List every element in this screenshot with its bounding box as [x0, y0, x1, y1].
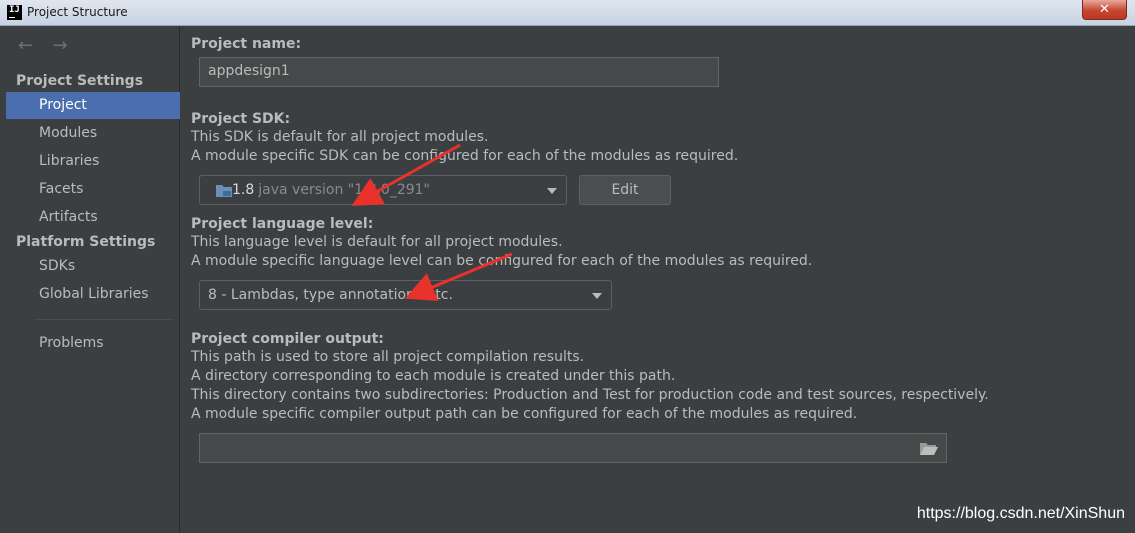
- sidebar-item-libraries[interactable]: Libraries: [6, 148, 180, 175]
- nav-arrows: ← →: [18, 36, 82, 56]
- language-desc-line-2: A module specific language level can be …: [191, 253, 813, 269]
- sidebar-item-sdks[interactable]: SDKs: [6, 253, 180, 280]
- browse-folder-icon[interactable]: [920, 442, 938, 455]
- sdk-dropdown[interactable]: 1.8 java version "1.8.0_291": [199, 175, 567, 205]
- compiler-desc-line-1: This path is used to store all project c…: [191, 349, 585, 365]
- sidebar: ← → Project Settings Project Modules Lib…: [0, 26, 180, 533]
- watermark: https://blog.csdn.net/XinShun: [916, 505, 1125, 522]
- edit-sdk-button[interactable]: Edit: [579, 175, 671, 205]
- compiler-desc-line-4: A module specific compiler output path c…: [191, 406, 858, 422]
- app-icon: IJ: [7, 5, 22, 20]
- language-level-value: 8 - Lambdas, type annotations etc.: [208, 287, 453, 303]
- sidebar-item-problems[interactable]: Problems: [6, 330, 180, 357]
- back-arrow-icon[interactable]: ←: [18, 36, 48, 56]
- language-level-label: Project language level:: [191, 216, 374, 232]
- title-bar: IJ Project Structure ✕: [0, 0, 1135, 26]
- sdk-version: 1.8: [232, 182, 255, 198]
- close-icon: ✕: [1099, 2, 1110, 17]
- platform-settings-header: Platform Settings: [16, 234, 156, 250]
- sidebar-item-facets[interactable]: Facets: [6, 176, 180, 203]
- forward-arrow-icon[interactable]: →: [52, 36, 82, 56]
- main-panel: Project name: appdesign1 Project SDK: Th…: [181, 26, 1135, 533]
- close-button[interactable]: ✕: [1082, 0, 1127, 20]
- project-name-field[interactable]: appdesign1: [199, 57, 719, 87]
- sidebar-item-artifacts[interactable]: Artifacts: [6, 204, 180, 231]
- folder-icon: [216, 185, 232, 197]
- sdk-detail: java version "1.8.0_291": [258, 182, 430, 198]
- sidebar-item-global-libraries[interactable]: Global Libraries: [6, 281, 180, 308]
- window-title: Project Structure: [27, 5, 128, 19]
- compiler-output-label: Project compiler output:: [191, 331, 384, 347]
- sidebar-item-modules[interactable]: Modules: [6, 120, 180, 147]
- compiler-output-field[interactable]: [199, 433, 947, 463]
- sidebar-divider: [34, 319, 174, 320]
- chevron-down-icon: [547, 188, 557, 194]
- language-desc-line-1: This language level is default for all p…: [191, 234, 563, 250]
- chevron-down-icon: [592, 293, 602, 299]
- compiler-desc-line-2: A directory corresponding to each module…: [191, 368, 676, 384]
- sdk-desc-line-1: This SDK is default for all project modu…: [191, 129, 489, 145]
- language-level-dropdown[interactable]: 8 - Lambdas, type annotations etc.: [199, 280, 612, 310]
- project-sdk-label: Project SDK:: [191, 111, 291, 127]
- project-name-label: Project name:: [191, 36, 302, 52]
- compiler-desc-line-3: This directory contains two subdirectori…: [191, 387, 989, 403]
- sidebar-item-project[interactable]: Project: [6, 92, 180, 119]
- project-settings-header: Project Settings: [16, 73, 144, 89]
- sdk-desc-line-2: A module specific SDK can be configured …: [191, 148, 739, 164]
